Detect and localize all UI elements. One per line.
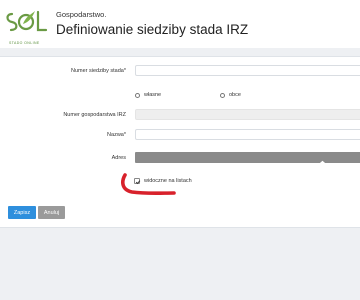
address-button[interactable] xyxy=(135,152,360,167)
page-title: Definiowanie siedziby stada IRZ xyxy=(56,22,249,37)
name-label: Nazwa* xyxy=(107,132,126,138)
logo-subtitle: STADO ONLINE xyxy=(9,41,40,45)
red-annotation-underline xyxy=(118,171,180,202)
name-input[interactable] xyxy=(135,129,360,140)
breadcrumb: Gospodarstwo. xyxy=(56,10,107,19)
radio-foreign-label: obce xyxy=(229,92,241,98)
app-header: STADO ONLINE Gospodarstwo. Definiowanie … xyxy=(0,0,360,48)
herd-number-label: Numer siedziby stada* xyxy=(70,68,126,74)
radio-foreign-circle[interactable] xyxy=(220,92,225,98)
herd-number-input[interactable] xyxy=(135,65,360,76)
save-button[interactable]: Zapisz xyxy=(8,206,36,219)
address-label: Adres xyxy=(111,155,126,161)
sol-logo: STADO ONLINE xyxy=(2,6,48,45)
radio-own-circle[interactable] xyxy=(135,92,140,98)
radio-own-label: własne xyxy=(144,92,162,98)
radio-foreign[interactable]: obce xyxy=(220,92,241,98)
cancel-button[interactable]: Anuluj xyxy=(38,206,65,219)
farm-number-label: Numer gospodarstwa IRZ xyxy=(63,112,126,118)
home-icon xyxy=(319,154,326,172)
form-panel: Numer siedziby stada* własne obce Numer … xyxy=(0,56,360,228)
radio-own[interactable]: własne xyxy=(135,92,161,98)
farm-number-input[interactable] xyxy=(135,109,360,120)
